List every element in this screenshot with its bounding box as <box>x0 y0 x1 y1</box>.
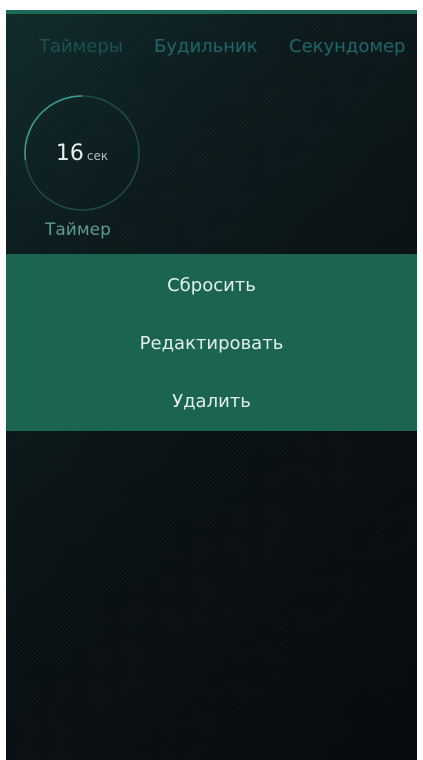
timer-seconds-value: 16 <box>55 140 84 166</box>
timer-unit: сек <box>86 149 109 163</box>
tab-timers[interactable]: Таймеры <box>39 36 123 57</box>
timer-name-label: Таймер <box>45 220 111 240</box>
tab-alarm[interactable]: Будильник <box>154 36 258 57</box>
delete-menu-item[interactable]: Удалить <box>6 382 417 422</box>
timer-dial[interactable]: 16 сек <box>22 93 142 213</box>
app-screen: Таймеры Будильник Секундомер 16 сек Тайм… <box>6 10 417 760</box>
context-menu: Сбросить Редактировать Удалить <box>6 254 417 431</box>
edit-menu-item[interactable]: Редактировать <box>6 324 417 364</box>
reset-menu-item[interactable]: Сбросить <box>6 266 417 306</box>
tab-bar: Таймеры Будильник Секундомер <box>6 36 417 64</box>
tab-stopwatch[interactable]: Секундомер <box>289 36 405 57</box>
status-accent-bar <box>6 10 417 14</box>
timer-readout: 16 сек <box>22 93 142 213</box>
